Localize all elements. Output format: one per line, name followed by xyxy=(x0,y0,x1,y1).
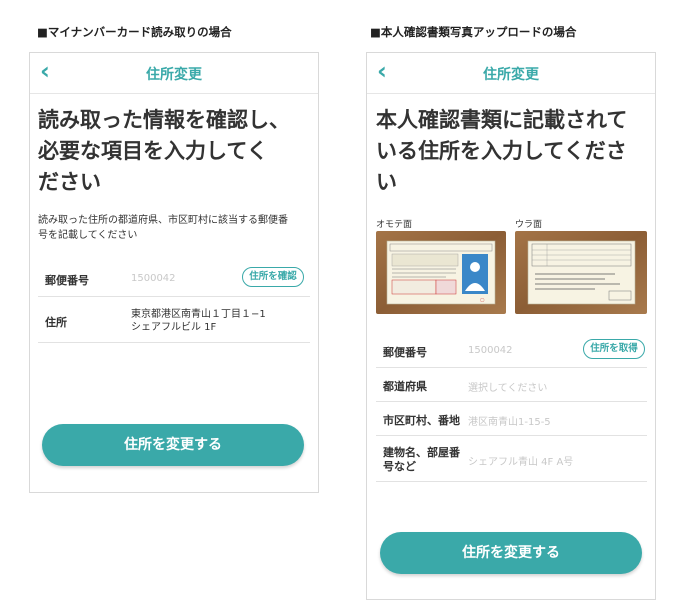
front-label: オモテ面 xyxy=(376,220,413,230)
address-label: 住所 xyxy=(45,316,67,329)
heading-line: い xyxy=(376,170,397,194)
prefecture-row: 都道府県 選択してください xyxy=(376,368,647,402)
city-label: 市区町村、番地 xyxy=(383,414,460,427)
building-input[interactable]: シェアフル青山 4F A号 xyxy=(468,453,573,468)
heading-line: ださい xyxy=(38,170,101,194)
postal-label: 郵便番号 xyxy=(45,274,89,287)
heading-line: 本人確認書類に記載されて xyxy=(376,108,628,132)
postal-input[interactable]: 1500042 xyxy=(468,345,513,356)
description-line: 読み取った住所の都道府県、市区町村に該当する郵便番 xyxy=(38,215,288,226)
nav-bar: ‹ 住所変更 xyxy=(30,53,318,94)
submit-button[interactable]: 住所を変更する xyxy=(380,532,642,574)
check-address-button[interactable]: 住所を確認 xyxy=(242,267,304,287)
left-screen: ‹ 住所変更 読み取った情報を確認し、 必要な項目を入力してく ださい 読み取っ… xyxy=(29,52,319,493)
back-label: ウラ面 xyxy=(515,220,543,230)
id-card-front-photo[interactable]: ◯ xyxy=(376,231,506,314)
postal-row: 郵便番号 1500042 住所を確認 xyxy=(38,261,310,297)
right-screen: ‹ 住所変更 本人確認書類に記載されて いる住所を入力してくださ い オモテ面 … xyxy=(366,52,656,600)
prefecture-select[interactable]: 選択してください xyxy=(468,379,547,394)
id-card-back-photo[interactable] xyxy=(515,231,647,314)
svg-text:◯: ◯ xyxy=(480,297,485,302)
postal-label: 郵便番号 xyxy=(383,346,427,359)
left-caption: ■マイナンバーカード読み取りの場合 xyxy=(37,25,232,39)
id-card-back-illustration xyxy=(515,231,647,314)
building-row: 建物名、部屋番号など シェアフル青山 4F A号 xyxy=(376,436,647,482)
heading-line: 必要な項目を入力してく xyxy=(38,139,268,163)
city-input[interactable]: 港区南青山1-15-5 xyxy=(468,413,551,428)
page-title: 住所変更 xyxy=(483,67,539,83)
address-line2: シェアフルビル 1F xyxy=(131,322,217,333)
postal-input[interactable]: 1500042 xyxy=(131,273,176,284)
postal-row: 郵便番号 1500042 住所を取得 xyxy=(376,334,647,368)
description-line: 号を記載してください xyxy=(38,230,138,241)
submit-button[interactable]: 住所を変更する xyxy=(42,424,304,466)
city-row: 市区町村、番地 港区南青山1-15-5 xyxy=(376,402,647,436)
nav-bar: ‹ 住所変更 xyxy=(367,53,655,94)
heading: 本人確認書類に記載されて いる住所を入力してくださ い xyxy=(376,105,627,198)
prefecture-label: 都道府県 xyxy=(383,380,427,393)
heading-line: いる住所を入力してくださ xyxy=(376,139,627,163)
building-label: 建物名、部屋番号など xyxy=(383,446,460,473)
right-caption: ■本人確認書類写真アップロードの場合 xyxy=(370,25,577,39)
get-address-button[interactable]: 住所を取得 xyxy=(583,339,645,359)
heading-line: 読み取った情報を確認し、 xyxy=(38,108,290,132)
heading: 読み取った情報を確認し、 必要な項目を入力してく ださい xyxy=(38,105,290,198)
page-title: 住所変更 xyxy=(146,67,202,83)
address-row: 住所 東京都港区南青山１丁目１−1 シェアフルビル 1F xyxy=(38,297,310,343)
description: 読み取った住所の都道府県、市区町村に該当する郵便番 号を記載してください xyxy=(38,213,288,243)
id-card-front-illustration: ◯ xyxy=(376,231,506,314)
